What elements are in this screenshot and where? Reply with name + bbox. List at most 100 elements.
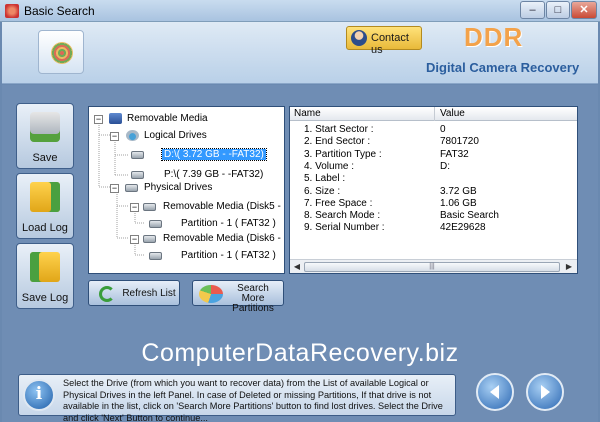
help-panel: i Select the Drive (from which you want … [18, 374, 456, 422]
property-value: D: [440, 160, 450, 172]
property-value: 1.06 GB [440, 197, 477, 209]
collapse-icon[interactable]: − [94, 115, 103, 124]
title-bar: Basic Search – □ ✕ [0, 0, 600, 22]
save-disk-icon [30, 112, 60, 142]
minimize-button[interactable]: – [520, 1, 545, 19]
search-more-partitions-button[interactable]: Search More Partitions [192, 280, 284, 314]
drive-icon [143, 235, 156, 243]
search-more-partitions-label: Search More Partitions [232, 283, 274, 314]
collapse-icon[interactable]: − [130, 203, 139, 212]
save-label: Save [32, 152, 58, 164]
main-area: Save Load Log Save Log − Removable Media… [2, 85, 598, 422]
refresh-icon [99, 286, 115, 302]
load-log-button[interactable]: Load Log [16, 173, 74, 239]
property-name: 3. Partition Type : [304, 148, 382, 160]
window-title: Basic Search [24, 4, 95, 18]
drive-properties-grid[interactable]: Name Value 1. Start Sector :0 2. End Sect… [289, 106, 578, 274]
grid-row[interactable]: 3. Partition Type : FAT32 [290, 148, 577, 161]
tree-node-disk6-partition[interactable]: Partition - 1 ( FAT32 ) [145, 248, 284, 264]
horizontal-scrollbar[interactable]: ◀ ||| ▶ [290, 259, 577, 273]
person-icon [351, 30, 367, 46]
contact-us-button[interactable]: Contact us [346, 26, 422, 56]
scrollbar-thumb[interactable]: ||| [304, 262, 560, 272]
save-button[interactable]: Save [16, 103, 74, 169]
tree-node-label: Partition - 1 ( FAT32 ) [181, 250, 276, 261]
app-icon [5, 4, 19, 18]
logo-icon [51, 42, 73, 64]
contact-us-label: Contact us [371, 32, 409, 56]
drive-tree[interactable]: − Removable Media − Logical Drives D:\( … [88, 106, 285, 274]
grid-row[interactable]: 2. End Sector : 7801720 [290, 136, 577, 148]
tree-node-disk6[interactable]: − Removable Media (Disk6 - 7.40 GB) [127, 231, 284, 247]
save-log-label: Save Log [21, 292, 69, 304]
property-name: 2. End Sector : [304, 136, 371, 148]
property-name: 8. Search Mode : [304, 210, 381, 222]
property-name: 7. Free Space : [304, 197, 373, 209]
tree-node-label: P:\( 7.39 GB - -FAT32) [164, 169, 264, 180]
grid-row[interactable]: 6. Size : 3.72 GB [290, 185, 577, 198]
collapse-icon[interactable]: − [110, 132, 119, 141]
tree-node-drive-d[interactable]: D:\( 3.72 GB - -FAT32) [129, 147, 279, 163]
refresh-list-label: Refresh List [122, 288, 176, 299]
tree-node-label: Removable Media [127, 113, 208, 124]
computer-icon [109, 113, 122, 124]
property-name: 6. Size : [304, 185, 341, 197]
tree-node-label: Removable Media (Disk6 - 7.40 GB) [163, 233, 284, 244]
property-name: 4. Volume : [304, 160, 355, 172]
tree-node-label: Physical Drives [144, 182, 213, 193]
help-message: Select the Drive (from which you want to… [63, 378, 443, 422]
save-log-icon [30, 252, 60, 282]
load-log-label: Load Log [22, 222, 68, 234]
save-log-button[interactable]: Save Log [16, 243, 74, 309]
grid-row[interactable]: 7. Free Space : 1.06 GB [290, 197, 577, 210]
scroll-left-icon[interactable]: ◀ [291, 261, 303, 273]
tree-node-removable-media[interactable]: − Removable Media [93, 111, 283, 127]
tree-node-disk5-partition[interactable]: Partition - 1 ( FAT32 ) [145, 216, 284, 232]
property-value: FAT32 [440, 148, 469, 160]
tree-node-logical-drives[interactable]: − Logical Drives [109, 128, 279, 144]
tree-node-disk5[interactable]: − Removable Media (Disk5 - 3.72 GB) [127, 199, 284, 215]
partition-icon [149, 220, 162, 228]
grid-row[interactable]: 9. Serial Number : 42E29628 [290, 222, 577, 234]
arrow-right-icon [541, 385, 550, 399]
property-name: 5. Label : [304, 173, 346, 185]
grid-row[interactable]: 1. Start Sector : 0 [290, 124, 577, 136]
property-value: 42E29628 [440, 222, 486, 234]
grid-row[interactable]: 5. Label : [290, 173, 577, 185]
disk-icon [126, 130, 139, 141]
arrow-left-icon [490, 385, 499, 399]
close-button[interactable]: ✕ [571, 1, 597, 19]
brand-logo-text: DDR [464, 22, 524, 52]
header-banner: Contact us DDR Digital Camera Recovery [2, 22, 598, 84]
tree-node-label: D:\( 3.72 GB - -FAT32) [161, 148, 267, 161]
property-value: 3.72 GB [440, 185, 477, 197]
column-divider[interactable] [434, 107, 435, 121]
scroll-right-icon[interactable]: ▶ [563, 261, 575, 273]
column-header-value[interactable]: Value [440, 108, 465, 119]
drive-icon [131, 171, 144, 179]
collapse-icon[interactable]: − [110, 184, 119, 193]
property-value: Basic Search [440, 210, 499, 222]
tree-node-label: Removable Media (Disk5 - 3.72 GB) [163, 201, 284, 212]
collapse-icon[interactable]: − [130, 235, 139, 244]
grid-header: Name Value [290, 107, 577, 121]
drive-icon [131, 151, 144, 159]
info-icon[interactable]: i [23, 379, 55, 411]
maximize-button[interactable]: □ [546, 1, 570, 19]
property-name: 9. Serial Number : [304, 222, 385, 234]
logo [38, 30, 84, 74]
tree-node-physical-drives[interactable]: − Physical Drives [109, 180, 279, 196]
property-value: 7801720 [440, 136, 479, 148]
column-header-name[interactable]: Name [294, 108, 321, 119]
grid-row[interactable]: 4. Volume : D: [290, 160, 577, 173]
tree-node-label: Partition - 1 ( FAT32 ) [181, 218, 276, 229]
drive-icon [125, 184, 138, 192]
load-log-icon [30, 182, 60, 212]
refresh-list-button[interactable]: Refresh List [88, 280, 180, 306]
pie-chart-icon [199, 285, 223, 303]
drive-icon [143, 203, 156, 211]
next-button[interactable] [526, 373, 564, 411]
grid-row[interactable]: 8. Search Mode : Basic Search [290, 210, 577, 222]
back-button[interactable] [476, 373, 514, 411]
partition-icon [149, 252, 162, 260]
